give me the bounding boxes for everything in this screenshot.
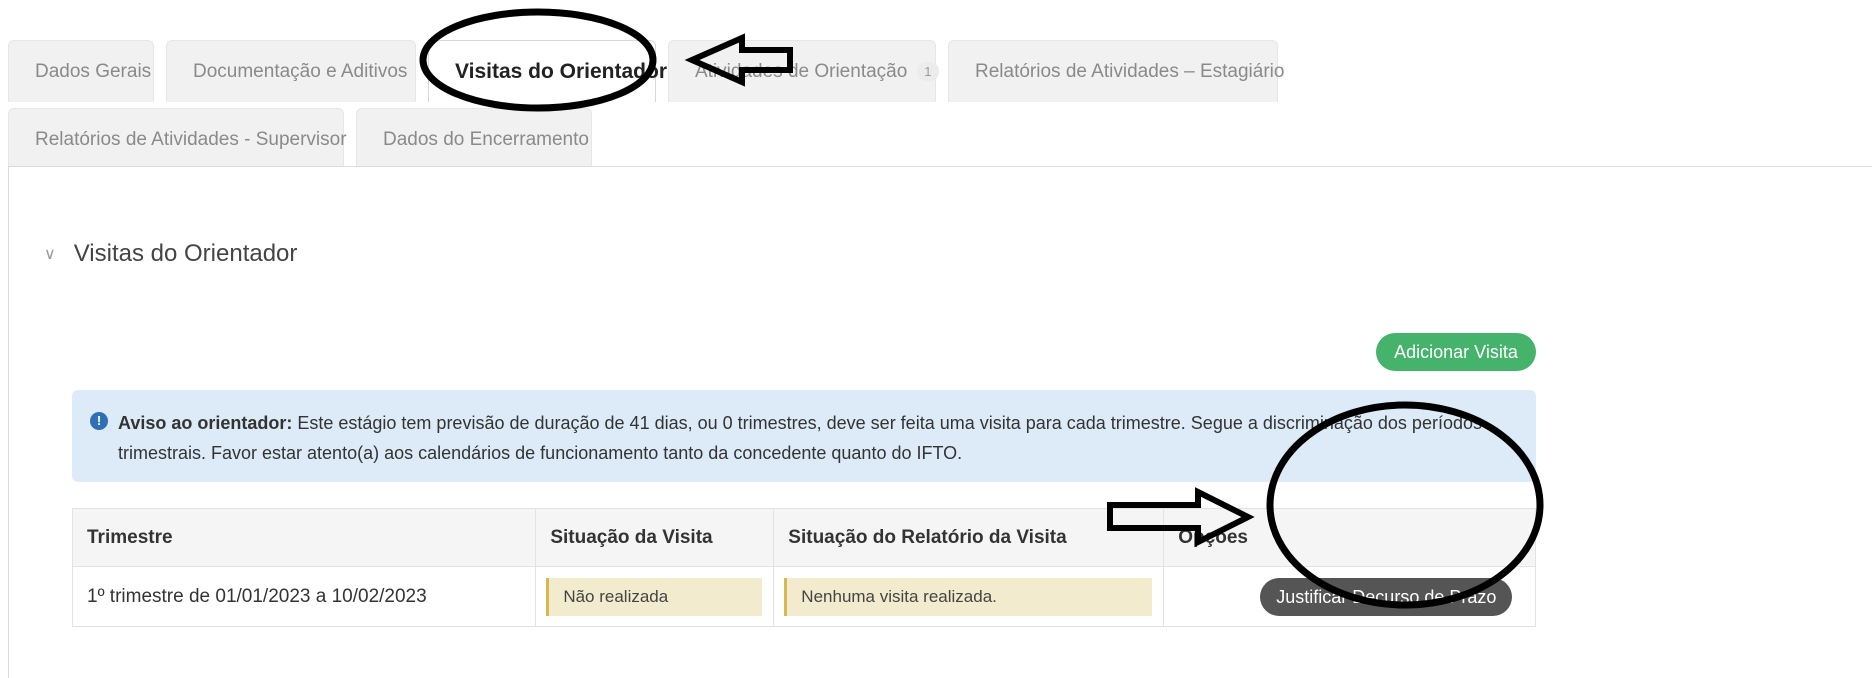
justify-deadline-button[interactable]: Justificar Decurso de Prazo bbox=[1260, 577, 1513, 616]
orientador-alert: ! Aviso ao orientador: Este estágio tem … bbox=[72, 390, 1536, 482]
alert-text: Este estágio tem previsão de duração de … bbox=[118, 413, 1482, 463]
cell-situacao-visita: Não realizada bbox=[535, 566, 775, 627]
cell-opcoes: Justificar Decurso de Prazo bbox=[1163, 566, 1536, 627]
header-opcoes: Opções bbox=[1163, 508, 1536, 567]
tab-relatorios-estagiario[interactable]: Relatórios de Atividades – Estagiário bbox=[948, 40, 1284, 102]
table-header-row: Trimestre Situação da Visita Situação do… bbox=[71, 508, 1536, 567]
visits-table: Trimestre Situação da Visita Situação do… bbox=[71, 508, 1536, 627]
tab-label: Relatórios de Atividades – Estagiário bbox=[975, 60, 1285, 82]
chevron-down-icon: ∨ bbox=[44, 246, 56, 263]
tab-label: Relatórios de Atividades - Supervisor bbox=[35, 128, 347, 150]
tabs-row-2: Relatórios de Atividades - Supervisor Da… bbox=[8, 108, 592, 170]
header-situacao-visita: Situação da Visita bbox=[535, 508, 775, 567]
count-badge: 1 bbox=[917, 62, 939, 81]
cell-situacao-relatorio: Nenhuma visita realizada. bbox=[773, 566, 1165, 627]
tab-label: Dados Gerais bbox=[35, 60, 152, 82]
tab-dados-gerais[interactable]: Dados Gerais bbox=[8, 40, 154, 102]
cell-trimestre: 1º trimestre de 01/01/2023 a 10/02/2023 bbox=[71, 566, 537, 627]
tab-label: Dados do Encerramento bbox=[383, 128, 589, 150]
section-title: Visitas do Orientador bbox=[73, 240, 298, 267]
tab-relatorios-supervisor[interactable]: Relatórios de Atividades - Supervisor bbox=[8, 108, 347, 170]
status-badge: Nenhuma visita realizada. bbox=[784, 577, 1153, 616]
tab-label: Atividades de Orientação bbox=[695, 60, 908, 82]
status-badge: Não realizada bbox=[546, 577, 763, 616]
tab-dados-encerramento[interactable]: Dados do Encerramento bbox=[356, 108, 592, 170]
table-row: 1º trimestre de 01/01/2023 a 10/02/2023 … bbox=[71, 566, 1536, 627]
tab-documentacao[interactable]: Documentação e Aditivos bbox=[166, 40, 416, 102]
header-trimestre: Trimestre bbox=[71, 508, 537, 567]
tab-label: Documentação e Aditivos bbox=[193, 60, 408, 82]
info-icon: ! bbox=[90, 412, 108, 430]
alert-title: Aviso ao orientador: bbox=[118, 413, 293, 433]
section-header[interactable]: ∨ Visitas do Orientador bbox=[44, 240, 297, 268]
header-situacao-relatorio: Situação do Relatório da Visita bbox=[773, 508, 1165, 567]
tab-label: Visitas do Orientador bbox=[455, 59, 667, 83]
tab-visitas-orientador[interactable]: Visitas do Orientador bbox=[428, 40, 667, 102]
tab-atividades-orientacao[interactable]: Atividades de Orientação 1 bbox=[668, 40, 939, 102]
tabs-row-1: Dados Gerais Documentação e Aditivos Vis… bbox=[8, 40, 1284, 102]
add-visit-button[interactable]: Adicionar Visita bbox=[1376, 333, 1536, 371]
